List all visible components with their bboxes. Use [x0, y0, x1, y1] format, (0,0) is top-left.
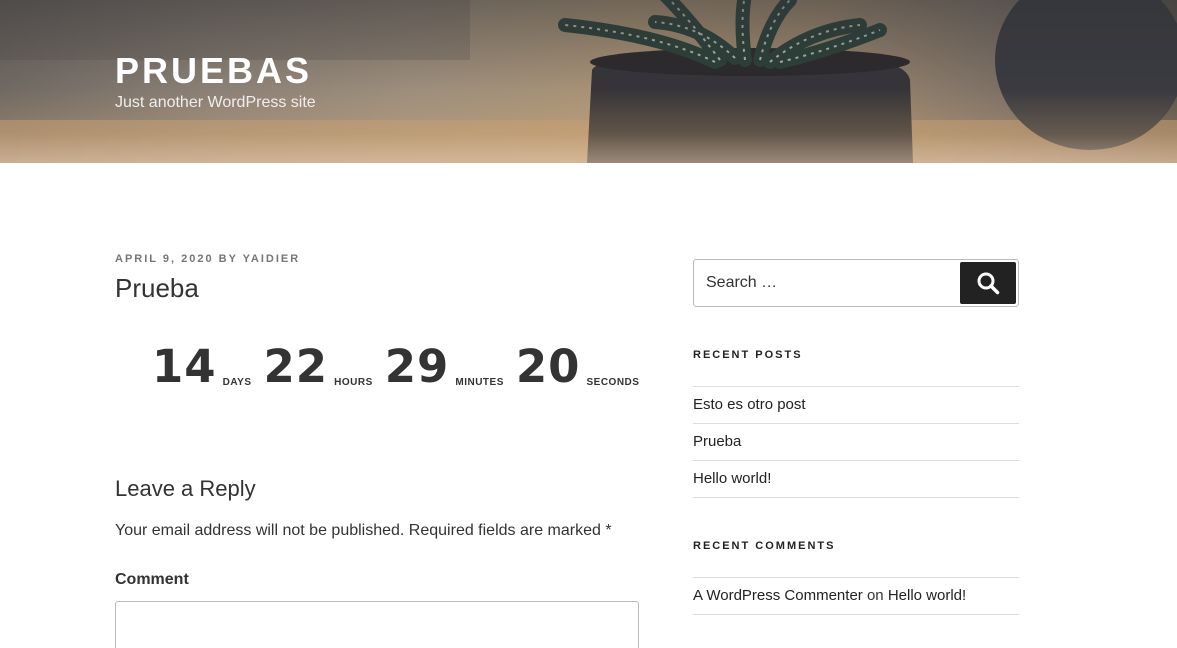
- comment-on-text: on: [866, 587, 884, 604]
- post-author-link[interactable]: YAIDIER: [243, 253, 301, 265]
- search-form: [693, 259, 1019, 307]
- countdown-minutes-value: 29: [384, 340, 450, 393]
- recent-comments-title: RECENT COMMENTS: [693, 540, 836, 552]
- list-item: Esto es otro post: [693, 387, 1019, 424]
- search-button[interactable]: [960, 262, 1016, 304]
- countdown-seconds-label: SECONDS: [586, 377, 640, 388]
- post-date-link[interactable]: APRIL 9, 2020: [115, 253, 214, 265]
- post-title: Prueba: [115, 273, 199, 303]
- comment-label: Comment: [115, 571, 189, 588]
- list-item: Hello world!: [693, 461, 1019, 498]
- countdown-hours: 22 HOURS: [264, 342, 373, 392]
- search-input[interactable]: [694, 260, 960, 306]
- countdown-seconds-value: 20: [515, 340, 581, 393]
- list-item: Prueba: [693, 424, 1019, 461]
- recent-comments-list: A WordPress Commenter on Hello world!: [693, 577, 1019, 615]
- entry-meta: APRIL 9, 2020 BY YAIDIER: [115, 253, 300, 265]
- comment-post-link[interactable]: Hello world!: [888, 587, 966, 604]
- site-title-link[interactable]: PRUEBAS: [115, 50, 312, 92]
- byline-by: BY: [218, 253, 238, 265]
- search-icon: [977, 272, 1000, 295]
- site-description: Just another WordPress site: [115, 94, 316, 111]
- recent-posts-title: RECENT POSTS: [693, 349, 803, 361]
- countdown-days-label: DAYS: [222, 377, 252, 388]
- countdown-minutes-label: MINUTES: [455, 377, 504, 388]
- reply-title: Leave a Reply: [115, 476, 256, 501]
- countdown-hours-label: HOURS: [334, 377, 373, 388]
- countdown-seconds: 20 SECONDS: [516, 342, 640, 392]
- recent-post-link[interactable]: Prueba: [693, 433, 741, 450]
- comment-textarea[interactable]: [115, 601, 639, 648]
- recent-posts-list: Esto es otro post Prueba Hello world!: [693, 386, 1019, 498]
- countdown-minutes: 29 MINUTES: [385, 342, 504, 392]
- countdown-days: 14 DAYS: [152, 342, 252, 392]
- list-item: A WordPress Commenter on Hello world!: [693, 578, 1019, 615]
- countdown-hours-value: 22: [263, 340, 329, 393]
- recent-post-link[interactable]: Hello world!: [693, 470, 771, 487]
- countdown-timer: 14 DAYS 22 HOURS 29 MINUTES 20 SECONDS: [152, 342, 651, 392]
- recent-post-link[interactable]: Esto es otro post: [693, 396, 806, 413]
- comment-author-link[interactable]: A WordPress Commenter: [693, 587, 863, 604]
- countdown-days-value: 14: [152, 340, 217, 393]
- comment-notes: Your email address will not be published…: [115, 522, 612, 539]
- site-header: PRUEBAS Just another WordPress site: [0, 0, 1177, 163]
